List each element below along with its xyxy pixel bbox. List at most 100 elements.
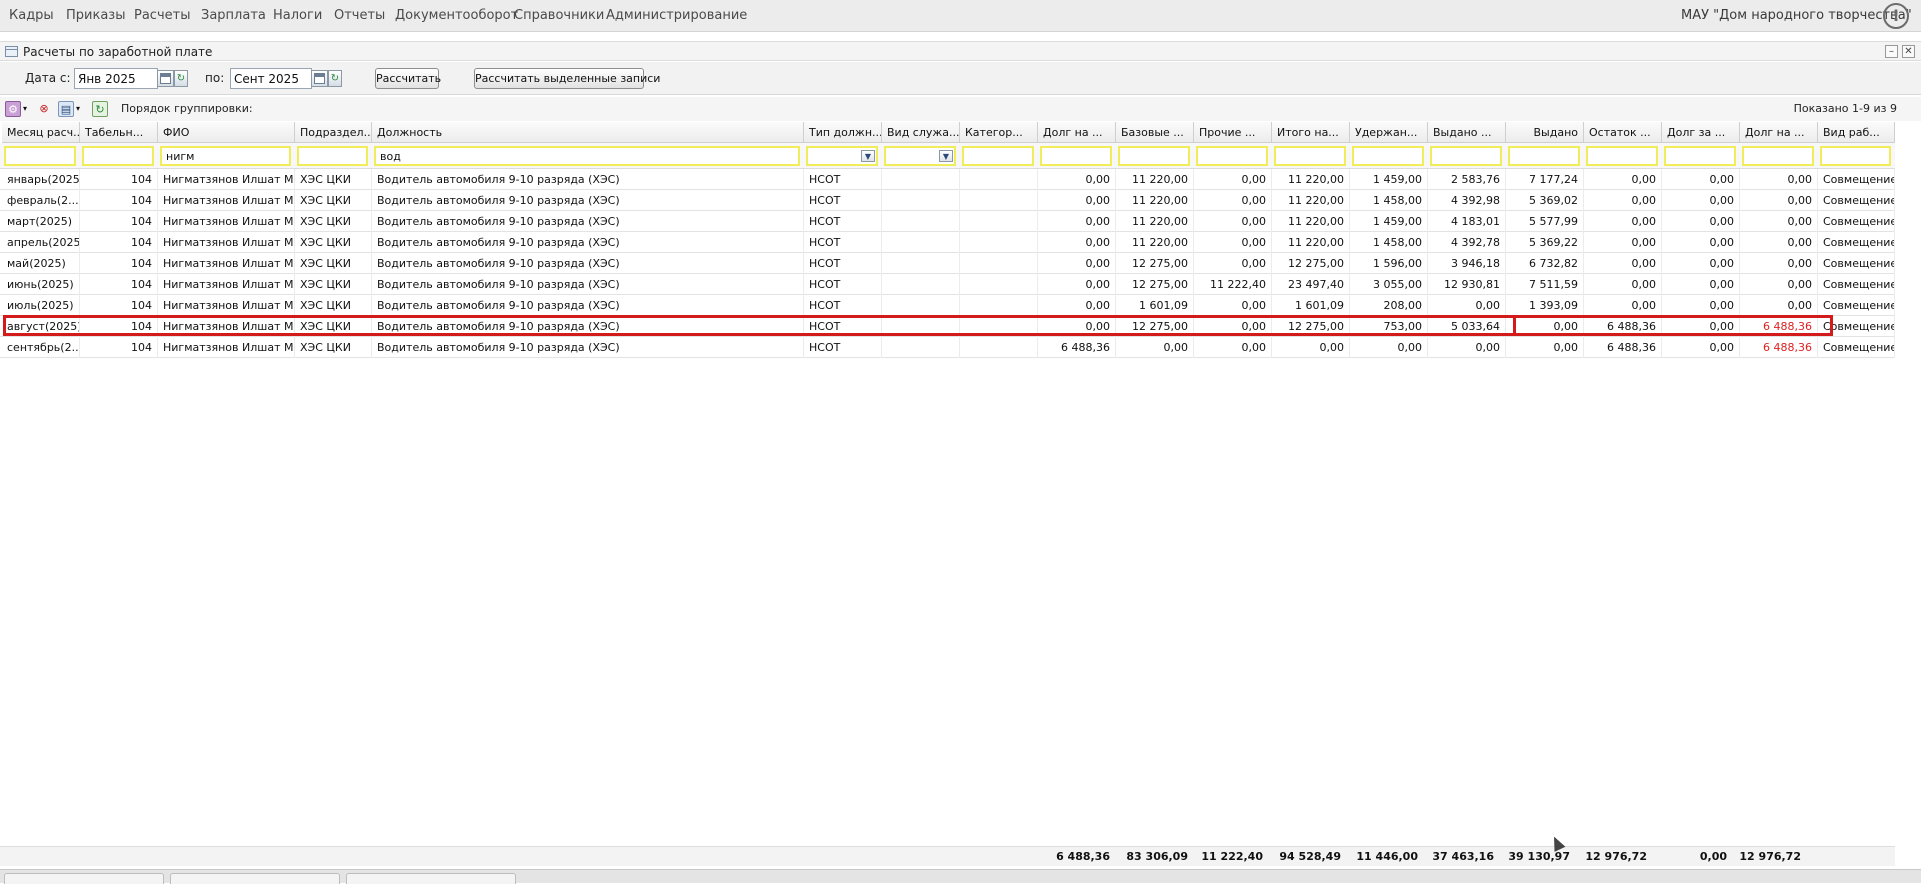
dropdown-arrow-icon[interactable]: ▾ [74, 101, 82, 117]
top-menu-bar: Кадры Приказы Расчеты Зарплата Налоги От… [0, 0, 1921, 32]
header-col-category[interactable]: Категор... [960, 122, 1038, 143]
filter-col-base[interactable] [1118, 146, 1190, 166]
header-col-position[interactable]: Должность [372, 122, 804, 143]
date-from-calendar-button[interactable] [157, 70, 174, 87]
table-row[interactable]: август(2025) 104 Нигматзянов Илшат М... ХЭС… [0, 316, 1895, 337]
filter-col-withheld[interactable] [1352, 146, 1424, 166]
header-col-position-type[interactable]: Тип должн... [804, 122, 882, 143]
cell-col-debt-start: 0,00 [1038, 316, 1116, 337]
header-col-base[interactable]: Базовые ... [1116, 122, 1194, 143]
cell-col-debt-for: 0,00 [1662, 190, 1740, 211]
filter-col-debt-start[interactable] [1040, 146, 1112, 166]
date-to-calendar-button[interactable] [311, 70, 328, 87]
cell-col-balance: 0,00 [1584, 211, 1662, 232]
cell-col-work-type: Совмещение [1818, 337, 1895, 358]
date-from-apply-button[interactable]: ↻ [174, 70, 188, 87]
bottom-tab[interactable] [4, 873, 164, 884]
header-col-total-accrued[interactable]: Итого на... [1272, 122, 1350, 143]
table-row[interactable]: март(2025) 104 Нигматзянов Илшат М... ХЭС Ц… [0, 211, 1895, 232]
filter-col-fio[interactable]: нигм [160, 146, 291, 166]
bottom-tab[interactable] [346, 873, 516, 884]
cell-col-debt-end: 0,00 [1740, 253, 1818, 274]
menu-nalogi[interactable]: Налоги [273, 8, 322, 23]
minimize-button[interactable]: – [1885, 45, 1898, 58]
table-row[interactable]: февраль(2... 104 Нигматзянов Илшат М... ХЭС… [0, 190, 1895, 211]
close-button[interactable]: ✕ [1902, 45, 1915, 58]
table-row[interactable]: апрель(2025) 104 Нигматзянов Илшат М... ХЭС… [0, 232, 1895, 253]
header-col-fio[interactable]: ФИО [158, 122, 295, 143]
menu-administrirovanie[interactable]: Администрирование [606, 8, 747, 23]
filter-col-paid-1[interactable] [1430, 146, 1502, 166]
calculate-button[interactable]: Рассчитать [375, 68, 441, 89]
menu-spravochniki[interactable]: Справочники [514, 8, 604, 23]
filter-col-position-type[interactable]: ▼ [806, 146, 878, 166]
filter-col-total-accrued[interactable] [1274, 146, 1346, 166]
cell-col-debt-start: 0,00 [1038, 211, 1116, 232]
filter-col-position[interactable]: вод [374, 146, 800, 166]
cell-col-total-accrued: 1 601,09 [1272, 295, 1350, 316]
menu-otchety[interactable]: Отчеты [334, 8, 385, 23]
cell-col-service-type [882, 316, 960, 337]
header-col-department[interactable]: Подраздел... [295, 122, 372, 143]
filter-col-debt-for[interactable] [1664, 146, 1736, 166]
cell-col-paid-1: 0,00 [1428, 337, 1506, 358]
menu-kadry[interactable]: Кадры [9, 8, 54, 23]
menu-zarplata[interactable]: Зарплата [201, 8, 266, 23]
filter-col-tab-number[interactable] [82, 146, 154, 166]
filter-col-category[interactable] [962, 146, 1034, 166]
menu-dokumentooborot[interactable]: Документооборот [395, 8, 518, 23]
header-col-other[interactable]: Прочие ... [1194, 122, 1272, 143]
header-col-service-type[interactable]: Вид служа... [882, 122, 960, 143]
table-row[interactable]: сентябрь(2... 104 Нигматзянов Илшат М... ХЭ… [0, 337, 1895, 358]
header-col-debt-start[interactable]: Долг на ... [1038, 122, 1116, 143]
chevron-down-icon[interactable]: ▼ [861, 150, 875, 162]
filter-col-balance[interactable] [1586, 146, 1658, 166]
header-col-debt-for[interactable]: Долг за ... [1662, 122, 1740, 143]
header-col-paid-1[interactable]: Выдано ... [1428, 122, 1506, 143]
clear-filter-icon[interactable]: ⊗ [36, 101, 52, 117]
cell-col-month: август(2025) [2, 316, 80, 337]
table-row[interactable]: июль(2025) 104 Нигматзянов Илшат М... ХЭС Ц… [0, 295, 1895, 316]
cell-col-fio: Нигматзянов Илшат М... [158, 232, 295, 253]
cell-col-debt-end: 6 488,36 [1740, 316, 1818, 337]
header-col-balance[interactable]: Остаток ... [1584, 122, 1662, 143]
date-to-apply-button[interactable]: ↻ [328, 70, 342, 87]
date-from-input[interactable] [74, 68, 158, 89]
filter-col-other[interactable] [1196, 146, 1268, 166]
header-col-work-type[interactable]: Вид раб... [1818, 122, 1895, 143]
date-to-input[interactable] [230, 68, 312, 89]
alert-icon[interactable]: ! [1883, 3, 1909, 29]
filter-col-debt-end[interactable] [1742, 146, 1814, 166]
cell-col-other: 0,00 [1194, 190, 1272, 211]
cell-col-position-type: НСОТ [804, 274, 882, 295]
cell-col-fio: Нигматзянов Илшат М... [158, 253, 295, 274]
header-col-tab-number[interactable]: Табельн... [80, 122, 158, 143]
header-col-paid[interactable]: Выдано [1506, 122, 1584, 143]
filter-col-department[interactable] [297, 146, 368, 166]
cell-col-total-accrued: 11 220,00 [1272, 190, 1350, 211]
refresh-icon[interactable]: ↻ [92, 101, 108, 117]
header-col-withheld[interactable]: Удержан... [1350, 122, 1428, 143]
filter-col-service-type[interactable]: ▼ [884, 146, 956, 166]
dropdown-arrow-icon[interactable]: ▾ [21, 101, 29, 117]
filter-col-work-type[interactable] [1820, 146, 1891, 166]
cell-col-category [960, 337, 1038, 358]
menu-raschety[interactable]: Расчеты [134, 8, 190, 23]
chevron-down-icon[interactable]: ▼ [939, 150, 953, 162]
menu-prikazy[interactable]: Приказы [66, 8, 125, 23]
cell-col-debt-end: 0,00 [1740, 211, 1818, 232]
bottom-tab[interactable] [170, 873, 340, 884]
filter-col-month[interactable] [4, 146, 76, 166]
window-title-bar: Расчеты по заработной плате – ✕ [0, 41, 1921, 61]
settings-menu-icon[interactable]: ⚙ [5, 101, 21, 117]
header-col-debt-end[interactable]: Долг на ... [1740, 122, 1818, 143]
table-row[interactable]: май(2025) 104 Нигматзянов Илшат М... ХЭС ЦК… [0, 253, 1895, 274]
header-col-month[interactable]: Месяц расч... [2, 122, 80, 143]
cell-col-withheld: 1 596,00 [1350, 253, 1428, 274]
calculate-selected-button[interactable]: Рассчитать выделенные записи [474, 68, 660, 89]
table-row[interactable]: январь(2025) 104 Нигматзянов Илшат М... ХЭС… [0, 169, 1895, 190]
columns-icon[interactable]: ▤ [58, 101, 74, 117]
table-row[interactable]: июнь(2025) 104 Нигматзянов Илшат М... ХЭС Ц… [0, 274, 1895, 295]
cell-col-withheld: 753,00 [1350, 316, 1428, 337]
filter-col-paid[interactable] [1508, 146, 1580, 166]
